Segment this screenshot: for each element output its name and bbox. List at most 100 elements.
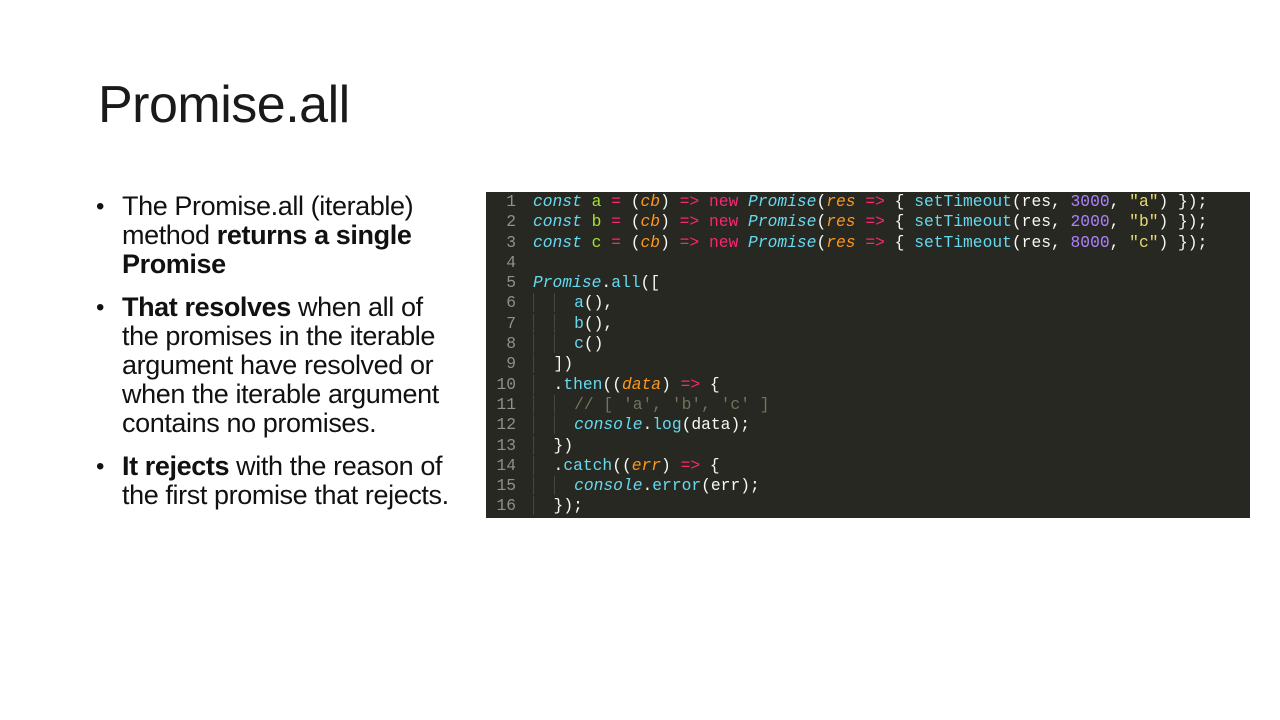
code-token: ) [660,232,680,252]
line-number: 1 [506,192,516,211]
code-token: { [700,374,720,394]
code-token: console [574,415,643,435]
code-token: catch [563,455,613,475]
code-token: setTimeout [914,192,1012,211]
code-token: . [642,415,653,435]
code-token: const [533,232,582,252]
code-text: const a = (cb) => new Promise(res => { s… [533,192,1207,212]
code-line: 16 }); [486,496,1207,516]
code-token: => [679,212,700,232]
code-token: { [884,212,915,232]
line-number: 12 [496,415,516,435]
code-line: 5 Promise.all([ [486,273,1207,293]
code-token: cb [640,192,661,211]
indent-guide [553,313,575,333]
code-text: // [ 'a', 'b', 'c' ] [533,394,1207,415]
indent-guide [533,313,554,333]
code-token: = [611,192,621,211]
code-text: b(), [533,313,1207,334]
code-token: ([ [640,273,661,293]
bullet-bold-text: That resolves [122,292,291,322]
code-token: (( [602,374,622,394]
line-number: 15 [496,476,516,496]
code-token: new [708,232,739,252]
code-text: Promise.all([ [533,273,1207,293]
line-number: 7 [506,313,516,333]
code-text: }) [533,435,1207,456]
code-token: // [ 'a', 'b', 'c' ] [574,394,770,414]
line-number: 6 [506,293,516,313]
code-token: (res, [1011,212,1071,232]
code-token: "c" [1129,232,1159,252]
code-line: 2 const b = (cb) => new Promise(res => { … [486,212,1207,232]
indent-guide [553,394,575,414]
code-token: res [826,192,856,211]
code-line: 4 [486,253,1207,273]
indent-guide [533,496,554,516]
indent-guide [553,293,575,313]
code-token: => [865,212,885,232]
code-token: 2000 [1070,212,1110,232]
code-text: a(), [533,293,1207,313]
code-token: }); [553,496,583,516]
code-text: c() [533,334,1207,354]
code-token: setTimeout [914,212,1012,232]
code-token: c [574,334,584,354]
code-table: 1 const a = (cb) => new Promise(res => { … [486,192,1207,517]
code-token: . [553,455,564,475]
code-token: "a" [1129,192,1159,211]
code-token: (data); [681,415,750,435]
line-number: 13 [496,435,516,455]
code-token: cb [640,212,661,232]
code-token: ) }); [1158,192,1208,211]
code-token: , [1109,212,1130,232]
code-line: 13 }) [486,435,1207,456]
slide-title: Promise.all [98,76,350,134]
code-token: (res, [1011,192,1071,211]
indent-guide [533,415,554,435]
line-number: 10 [496,374,516,394]
code-line: 15 console.error(err); [486,476,1207,496]
code-token: ) [661,455,681,475]
code-text: console.log(data); [533,415,1207,435]
code-token: ( [816,192,827,211]
code-token: err [631,455,662,475]
code-line: 6 a(), [486,293,1207,313]
code-token: new [708,212,739,232]
code-block: 1 const a = (cb) => new Promise(res => { … [486,192,1250,518]
code-token: (res, [1011,232,1071,252]
indent-guide [533,354,554,374]
indent-guide [533,374,554,394]
code-token: ( [620,192,641,211]
line-number: 16 [496,496,516,516]
code-token: ) [660,192,680,211]
code-line: 7 b(), [486,313,1207,334]
code-token: = [611,212,621,232]
code-token: }) [553,435,574,455]
line-number: 3 [506,232,516,252]
code-token: const [533,212,582,232]
code-token: "b" [1129,212,1159,232]
code-token: (), [583,293,614,313]
code-token: new [708,192,739,211]
code-token: (( [612,455,632,475]
code-token: (), [583,313,614,333]
code-token: log [652,415,682,435]
code-token: Promise [533,273,602,293]
code-token: ) }); [1158,212,1208,232]
indent-guide [533,435,554,455]
code-token: = [611,232,621,252]
code-token: => [865,192,885,211]
code-line: 14 .catch((err) => { [486,455,1207,476]
code-token: console [574,476,643,496]
